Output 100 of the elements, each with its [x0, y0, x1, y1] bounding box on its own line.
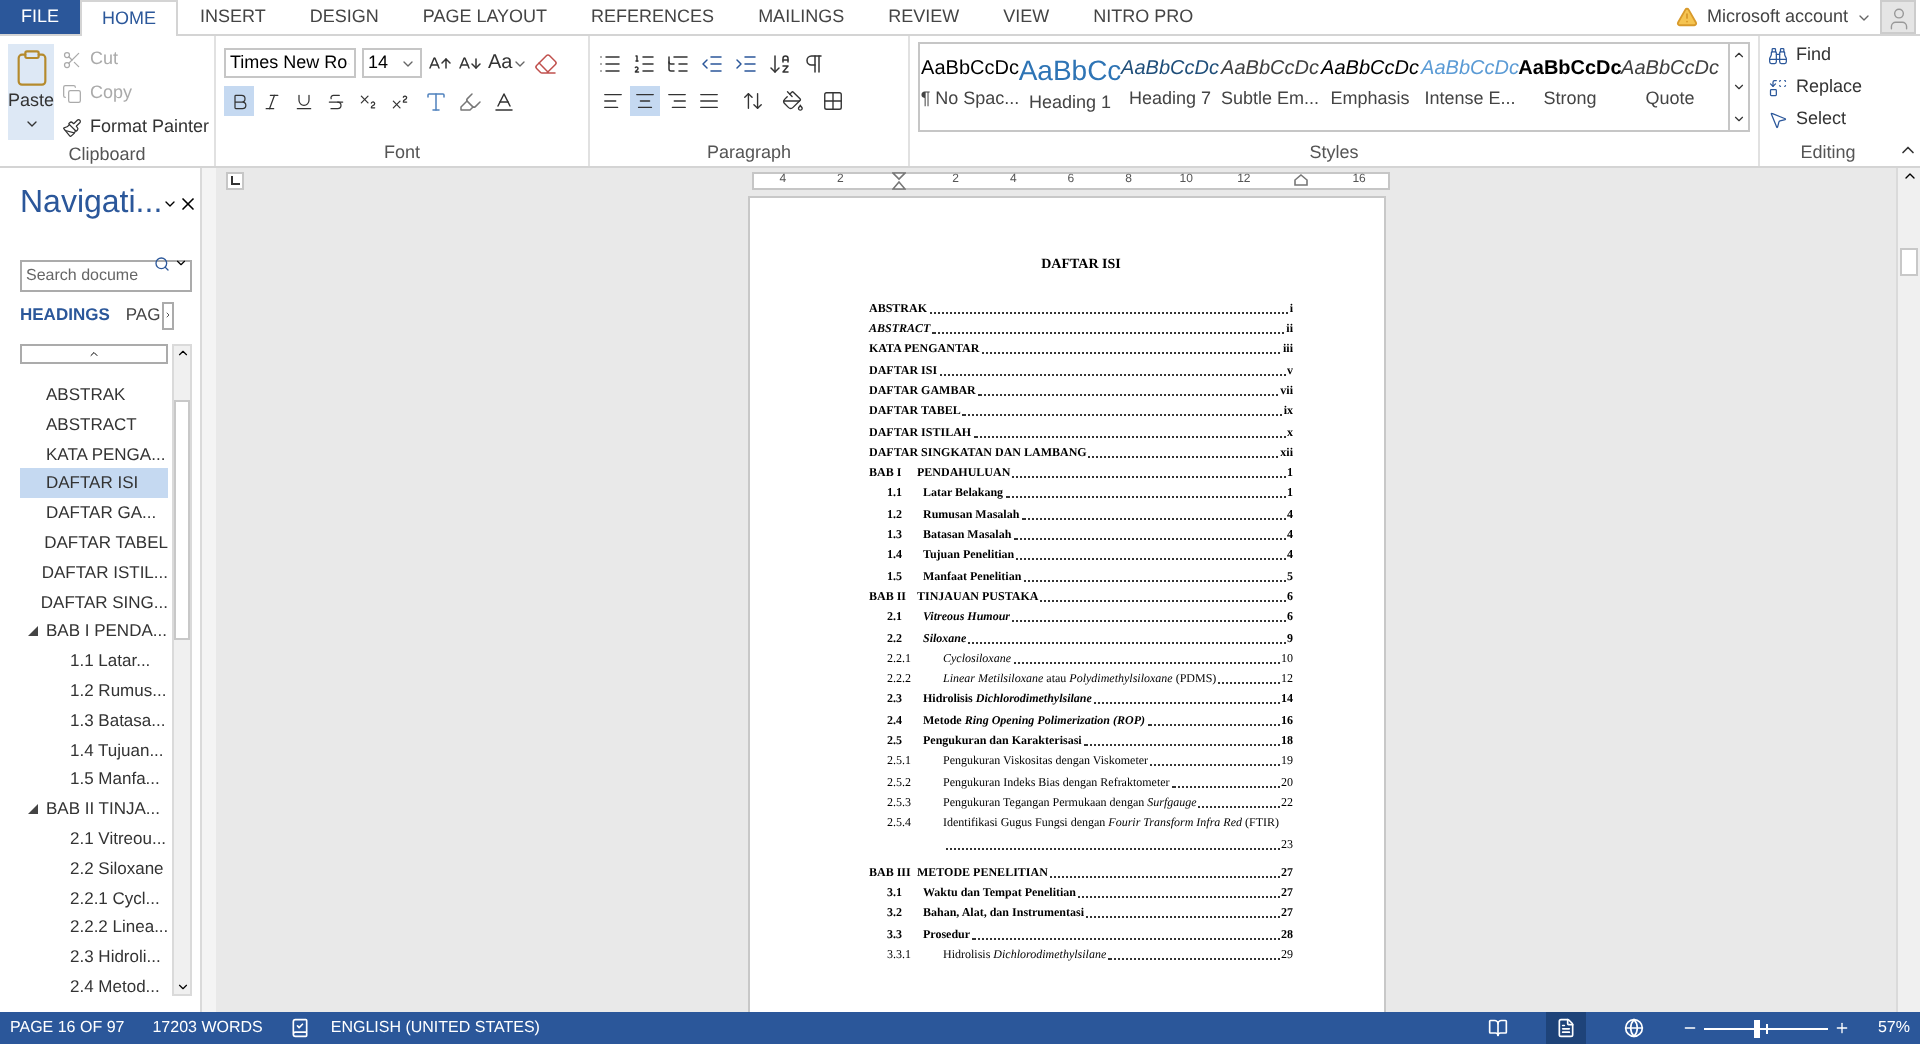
- font-family-field[interactable]: Times New Ro: [224, 48, 356, 78]
- heading-item[interactable]: 1.4 Tujuan...: [20, 735, 168, 765]
- pilcrow-icon: [802, 51, 826, 75]
- change-case-button[interactable]: Aa: [488, 48, 529, 78]
- heading-item[interactable]: 1.1 Latar...: [20, 646, 168, 676]
- style-option[interactable]: AaBbCc Heading 1: [1020, 44, 1120, 130]
- expanded-triangle-icon[interactable]: [27, 626, 37, 637]
- multilevel-list-icon: [666, 51, 690, 75]
- heading-item[interactable]: ABSTRACT: [20, 409, 168, 440]
- editing-button[interactable]: Replace: [1768, 74, 1888, 102]
- pane-menu-icon[interactable]: [162, 196, 179, 212]
- proofing-icon[interactable]: [290, 1018, 311, 1038]
- heading-item[interactable]: BAB II TINJA...: [20, 794, 168, 824]
- editing-button[interactable]: Find: [1768, 42, 1888, 70]
- scroll-thumb[interactable]: [1900, 248, 1918, 276]
- heading-item[interactable]: 1.2 Rumus...: [20, 675, 168, 706]
- dot-leader: [1171, 785, 1279, 788]
- decrease-indent-icon: [700, 51, 724, 75]
- tab-selector[interactable]: [226, 171, 244, 189]
- search-field[interactable]: Search docume: [20, 259, 192, 291]
- pane-tab[interactable]: PAG: [125, 302, 161, 328]
- ribbon-tab[interactable]: VIEW: [981, 0, 1072, 34]
- heading-item[interactable]: BAB I PENDA...: [20, 616, 168, 647]
- tab-stop-icon: [230, 175, 240, 185]
- style-option[interactable]: AaBbCcDc Quote: [1620, 44, 1720, 130]
- view-button[interactable]: [1545, 1012, 1586, 1044]
- zoom-thumb[interactable]: [1754, 1019, 1761, 1037]
- scissors-icon: [62, 49, 83, 69]
- heading-item[interactable]: 1.3 Batasa...: [20, 705, 168, 736]
- group-label: Paragraph: [706, 139, 792, 166]
- shrink-font-icon: [458, 51, 482, 75]
- page-count[interactable]: PAGE 16 OF 97: [10, 1016, 125, 1040]
- editing-button[interactable]: Select: [1768, 106, 1888, 134]
- scrollbar[interactable]: [172, 344, 192, 996]
- expanded-triangle-icon[interactable]: [27, 804, 37, 815]
- style-option[interactable]: AaBbCcDc Intense E...: [1420, 44, 1520, 130]
- zoom-in-icon[interactable]: [1833, 1020, 1850, 1036]
- heading-item[interactable]: DAFTAR ISTIL...: [20, 557, 168, 588]
- account-button[interactable]: Microsoft account: [1706, 3, 1872, 31]
- ribbon-tab[interactable]: PAGE LAYOUT: [400, 0, 570, 34]
- more-icon: [1732, 112, 1746, 126]
- clipboard-item[interactable]: Format Painter: [62, 112, 210, 142]
- heading-item[interactable]: 2.2.1 Cycl...: [20, 883, 168, 913]
- format-button[interactable]: [224, 86, 254, 116]
- globe-icon: [1623, 1018, 1644, 1038]
- grow-font-icon: [428, 51, 452, 75]
- ribbon-tab[interactable]: FILE: [0, 0, 80, 34]
- indent-marker-icon[interactable]: [1294, 174, 1309, 186]
- eraser-icon: [534, 51, 559, 75]
- scrollbar[interactable]: [1896, 168, 1920, 1012]
- warning-icon: [1676, 6, 1699, 28]
- ribbon-tab[interactable]: DESIGN: [287, 0, 401, 34]
- style-option[interactable]: AaBbCcDc Heading 7: [1120, 44, 1220, 130]
- ribbon-tab[interactable]: REVIEW: [866, 0, 982, 34]
- word-count[interactable]: 17203 WORDS: [152, 1016, 263, 1040]
- pane-title: Navigati...: [20, 184, 163, 224]
- close-icon[interactable]: [178, 194, 199, 214]
- ribbon-tab[interactable]: REFERENCES: [569, 0, 737, 34]
- ribbon-tab[interactable]: HOME: [80, 0, 178, 36]
- subscript-icon: [357, 91, 377, 111]
- indent-marker-icon[interactable]: [891, 171, 906, 189]
- style-option[interactable]: AaBbCcDc Subtle Em...: [1220, 44, 1320, 130]
- numbering-icon: [632, 51, 656, 75]
- heading-item[interactable]: 1.5 Manfa...: [20, 764, 168, 795]
- heading-item[interactable]: DAFTAR GA...: [20, 498, 168, 528]
- style-option[interactable]: AaBbCcDc Emphasis: [1320, 44, 1420, 130]
- font-size-field[interactable]: 14: [362, 48, 422, 78]
- scroll-thumb[interactable]: [174, 400, 190, 640]
- pointer-icon: [1768, 110, 1788, 130]
- bold-icon: [229, 91, 249, 111]
- heading-item[interactable]: DAFTAR TABEL: [20, 527, 168, 558]
- paint-bucket-icon: [782, 90, 804, 112]
- heading-item[interactable]: ABSTRAK: [20, 380, 168, 410]
- italic-icon: [261, 91, 281, 111]
- heading-item[interactable]: DAFTAR ISI: [20, 468, 168, 499]
- pane-tab[interactable]: HEADINGS: [20, 302, 110, 328]
- paste-button[interactable]: Paste: [8, 44, 55, 140]
- heading-item[interactable]: 2.2.2 Linea...: [20, 912, 168, 943]
- style-option[interactable]: AaBbCcDc ¶ No Spac...: [920, 44, 1020, 130]
- heading-item[interactable]: 2.1 Vitreou...: [20, 823, 168, 854]
- dot-leader: [1198, 805, 1279, 808]
- ribbon-tab[interactable]: INSERT: [178, 0, 288, 34]
- scroll-down-icon: [1732, 80, 1746, 94]
- heading-item[interactable]: 2.2 Siloxane: [20, 853, 168, 884]
- heading-item[interactable]: 2.4 Metod...: [20, 971, 168, 1002]
- heading-item[interactable]: KATA PENGA...: [20, 439, 168, 469]
- ribbon-tab[interactable]: NITRO PRO: [1071, 0, 1216, 34]
- increase-indent-icon: [734, 51, 758, 75]
- group-label: Font: [383, 139, 420, 166]
- heading-item[interactable]: 2.3 Hidroli...: [20, 942, 168, 972]
- gallery-scroll[interactable]: [1730, 42, 1750, 132]
- scroll-down-icon: [175, 980, 189, 994]
- zoom-slider[interactable]: [1703, 1019, 1828, 1037]
- align-button[interactable]: [630, 86, 660, 116]
- heading-item[interactable]: DAFTAR SING...: [20, 587, 168, 617]
- language-status[interactable]: ENGLISH (UNITED STATES): [330, 1016, 540, 1040]
- zoom-level[interactable]: 57%: [1877, 1016, 1910, 1040]
- style-option[interactable]: AaBbCcDc Strong: [1520, 44, 1620, 130]
- dot-leader: [1218, 682, 1279, 685]
- ribbon-tab[interactable]: MAILINGS: [736, 0, 867, 34]
